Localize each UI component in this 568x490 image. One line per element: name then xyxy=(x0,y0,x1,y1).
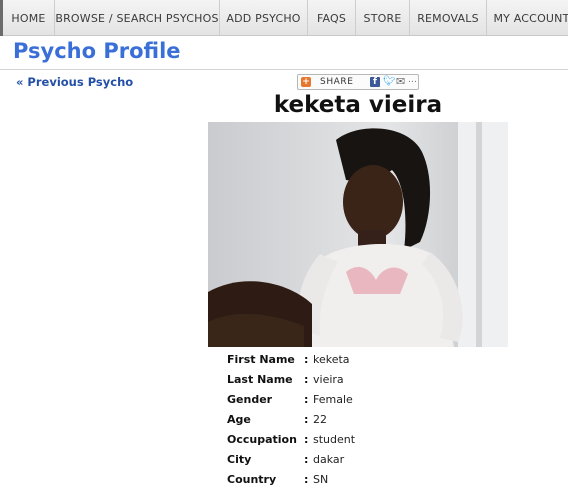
detail-value: vieira xyxy=(313,373,344,386)
page-title: Psycho Profile xyxy=(13,39,181,63)
detail-value: student xyxy=(313,433,356,446)
facebook-icon[interactable]: f xyxy=(370,77,380,87)
previous-psycho-link[interactable]: « Previous Psycho xyxy=(16,75,133,89)
nav-my-account[interactable]: MY ACCOUNT xyxy=(487,0,568,35)
detail-separator: : xyxy=(304,473,309,486)
nav-browse-search[interactable]: BROWSE / SEARCH PSYCHOS xyxy=(55,0,220,35)
detail-separator: : xyxy=(304,413,309,426)
profile-photo xyxy=(208,122,508,347)
detail-separator: : xyxy=(304,353,309,366)
detail-separator: : xyxy=(304,393,309,406)
detail-value: SN xyxy=(313,473,329,486)
detail-separator: : xyxy=(304,373,309,386)
detail-label: Age xyxy=(227,413,251,426)
detail-label: First Name xyxy=(227,353,295,366)
email-icon[interactable]: ✉ xyxy=(396,75,405,88)
nav-add-psycho[interactable]: ADD PSYCHO xyxy=(220,0,308,35)
more-icon[interactable]: … xyxy=(408,74,417,87)
top-navigation: HOME BROWSE / SEARCH PSYCHOS ADD PSYCHO … xyxy=(0,0,568,36)
nav-removals[interactable]: REMOVALS xyxy=(410,0,487,35)
share-button[interactable]: + SHARE f 🐦︎ ✉ … xyxy=(297,74,419,90)
detail-value: keketa xyxy=(313,353,350,366)
share-plus-icon: + xyxy=(301,77,311,87)
detail-label: Last Name xyxy=(227,373,293,386)
detail-label: Gender xyxy=(227,393,273,406)
nav-store[interactable]: STORE xyxy=(356,0,410,35)
detail-separator: : xyxy=(304,453,309,466)
detail-value: dakar xyxy=(313,453,345,466)
detail-value: Female xyxy=(313,393,353,406)
detail-label: City xyxy=(227,453,252,466)
detail-label: Country xyxy=(227,473,277,486)
twitter-icon[interactable]: 🐦︎ xyxy=(383,76,396,88)
detail-value: 22 xyxy=(313,413,327,426)
profile-name: keketa vieira xyxy=(273,92,443,118)
divider xyxy=(0,69,568,70)
detail-separator: : xyxy=(304,433,309,446)
nav-faqs[interactable]: FAQS xyxy=(308,0,356,35)
detail-label: Occupation xyxy=(227,433,297,446)
nav-home[interactable]: HOME xyxy=(3,0,55,35)
share-label: SHARE xyxy=(320,77,354,87)
profile-photo-image xyxy=(208,122,508,347)
